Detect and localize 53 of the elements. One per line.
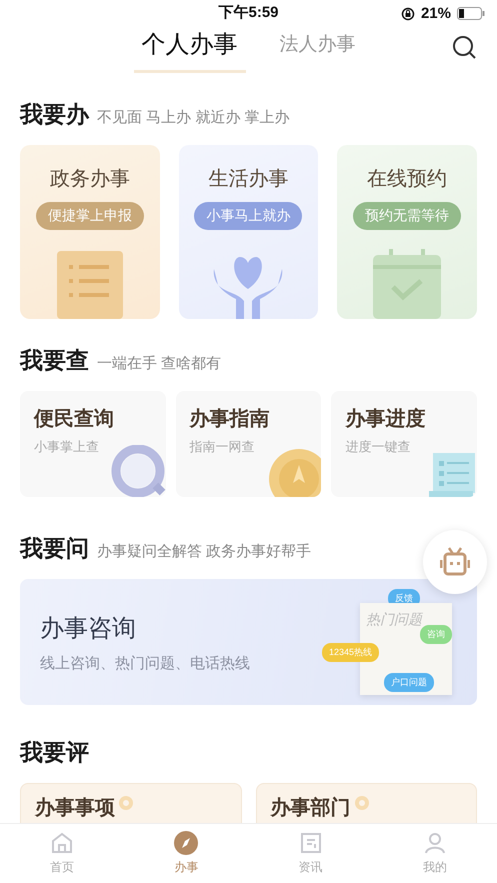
rate-card[interactable]: 办事部门 xyxy=(256,783,477,823)
card-title: 便民查询 xyxy=(34,407,115,432)
section-subtitle: 办事疑问全解答 政务办事好帮手 xyxy=(97,542,312,561)
service-card[interactable]: 在线预约 预约无需等待 xyxy=(337,145,477,319)
query-card[interactable]: 便民查询 小事掌上查 xyxy=(20,391,166,497)
section-title: 我要办 xyxy=(20,100,89,130)
top-tab[interactable]: 个人办事 xyxy=(134,24,246,73)
query-card[interactable]: 办事进度 进度一键查 xyxy=(331,391,477,497)
chat-bubble: 户口问题 xyxy=(384,673,434,692)
section-title: 我要问 xyxy=(20,534,89,564)
document-icon xyxy=(56,251,123,319)
banner-title: 办事咨询 xyxy=(40,614,136,644)
card-title: 办事指南 xyxy=(190,407,271,432)
service-card[interactable]: 政务办事 便捷掌上申报 xyxy=(20,145,160,319)
magnifier-icon xyxy=(110,445,166,497)
card-tag: 预约无需等待 xyxy=(353,202,462,230)
sheet-title: 热门问题 xyxy=(366,611,422,627)
card-title: 办事进度 xyxy=(345,406,426,432)
card-title: 办事部门 xyxy=(270,796,350,821)
query-card[interactable]: 办事指南 指南一网查 xyxy=(176,391,322,497)
compass-icon xyxy=(174,831,198,855)
section-title: 我要查 xyxy=(20,346,89,376)
card-tag: 小事马上就办 xyxy=(194,202,302,230)
card-title: 政务办事 xyxy=(50,167,130,192)
card-title: 办事事项 xyxy=(35,796,115,821)
compass-icon xyxy=(267,447,322,497)
rotation-lock-icon xyxy=(400,6,415,20)
person-icon xyxy=(422,831,447,855)
section-title: 我要评 xyxy=(20,738,89,768)
service-card[interactable]: 生活办事 小事马上就办 xyxy=(178,145,318,319)
card-subtitle: 进度一键查 xyxy=(345,438,412,456)
rate-card[interactable]: 办事事项 xyxy=(20,783,242,823)
section-subtitle: 一端在手 查啥都有 xyxy=(97,354,222,373)
chat-bubble: 咨询 xyxy=(420,625,452,644)
card-tag: 便捷掌上申报 xyxy=(36,202,144,230)
section-subtitle: 不见面 马上办 就近办 掌上办 xyxy=(97,108,290,127)
chat-bubble: 12345热线 xyxy=(322,643,380,662)
scroll-icon xyxy=(429,451,477,497)
home-icon xyxy=(50,831,74,855)
banner-subtitle: 线上咨询、热门问题、电话热线 xyxy=(40,654,250,672)
battery-icon xyxy=(457,7,485,20)
battery-percent: 21% xyxy=(420,5,451,22)
news-icon xyxy=(298,831,323,855)
consult-banner[interactable]: 办事咨询 线上咨询、热门问题、电话热线 反馈 热门问题 咨询 12345热线 户口问题 xyxy=(20,579,477,705)
robot-icon xyxy=(439,546,471,578)
dot-icon xyxy=(119,796,133,810)
card-subtitle: 指南一网查 xyxy=(190,438,256,456)
dot-icon xyxy=(354,796,368,810)
status-time: 下午5:59 xyxy=(218,2,279,22)
calendar-check-icon xyxy=(373,249,442,319)
card-title: 在线预约 xyxy=(367,167,448,192)
card-title: 生活办事 xyxy=(208,167,288,192)
card-subtitle: 小事掌上查 xyxy=(34,438,100,456)
